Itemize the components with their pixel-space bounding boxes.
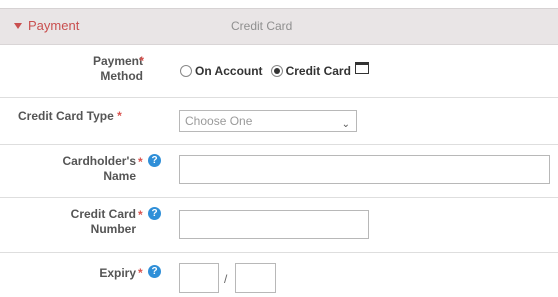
expiry-label-text: Expiry: [99, 266, 136, 280]
credit-card-icon: [354, 62, 369, 74]
help-icon[interactable]: ?: [148, 207, 161, 220]
payment-panel: Payment Credit Card Payment Method * On A…: [0, 0, 558, 297]
help-icon[interactable]: ?: [148, 154, 161, 167]
card-number-label-line2: Number: [90, 222, 136, 236]
required-marker: *: [117, 109, 122, 123]
card-number-row: Credit Card Number * ?: [0, 198, 558, 253]
payment-method-options: On Account Credit Card: [180, 62, 369, 78]
payment-summary: Credit Card: [231, 19, 293, 33]
help-icon[interactable]: ?: [148, 265, 161, 278]
required-marker: *: [139, 54, 144, 68]
card-type-select[interactable]: Choose One ⌄: [179, 110, 357, 132]
cardholder-row: Cardholder's Name * ?: [0, 145, 558, 198]
triangle-down-icon: [14, 23, 22, 29]
card-number-label: Credit Card Number: [20, 207, 136, 237]
cardholder-label-line1: Cardholder's: [62, 154, 136, 168]
expiry-year-input[interactable]: [235, 263, 276, 293]
payment-method-label: Payment Method *: [13, 54, 144, 84]
card-type-label-text: Credit Card Type: [18, 109, 114, 123]
card-number-label-line1: Credit Card: [70, 207, 136, 221]
credit-card-radio[interactable]: [270, 65, 283, 77]
cardholder-label-line2: Name: [103, 169, 136, 183]
card-type-selected-value: Choose One: [185, 114, 253, 128]
expiry-row: Expiry * ? /: [0, 253, 558, 297]
top-spacer: [0, 0, 558, 8]
required-marker: *: [138, 208, 143, 222]
cardholder-name-input[interactable]: [179, 155, 550, 184]
required-marker: *: [138, 266, 143, 280]
payment-method-row: Payment Method * On Account Credit Card: [0, 45, 558, 98]
expiry-label: Expiry: [20, 266, 136, 281]
on-account-label[interactable]: On Account: [195, 64, 263, 78]
card-number-input[interactable]: [179, 210, 369, 239]
payment-section-toggle[interactable]: Payment: [14, 18, 79, 33]
expiry-separator: /: [224, 272, 228, 286]
card-type-row: Credit Card Type * Choose One ⌄: [0, 98, 558, 145]
expiry-month-input[interactable]: [179, 263, 219, 293]
required-marker: *: [138, 155, 143, 169]
credit-card-label[interactable]: Credit Card: [286, 64, 351, 78]
cardholder-label: Cardholder's Name: [20, 154, 136, 184]
payment-section-header: Payment Credit Card: [0, 8, 558, 45]
card-type-label: Credit Card Type *: [18, 109, 168, 124]
chevron-down-icon: ⌄: [341, 119, 350, 130]
payment-section-title: Payment: [28, 18, 80, 33]
payment-method-label-text: Payment Method: [92, 54, 143, 83]
on-account-radio[interactable]: [180, 65, 192, 77]
